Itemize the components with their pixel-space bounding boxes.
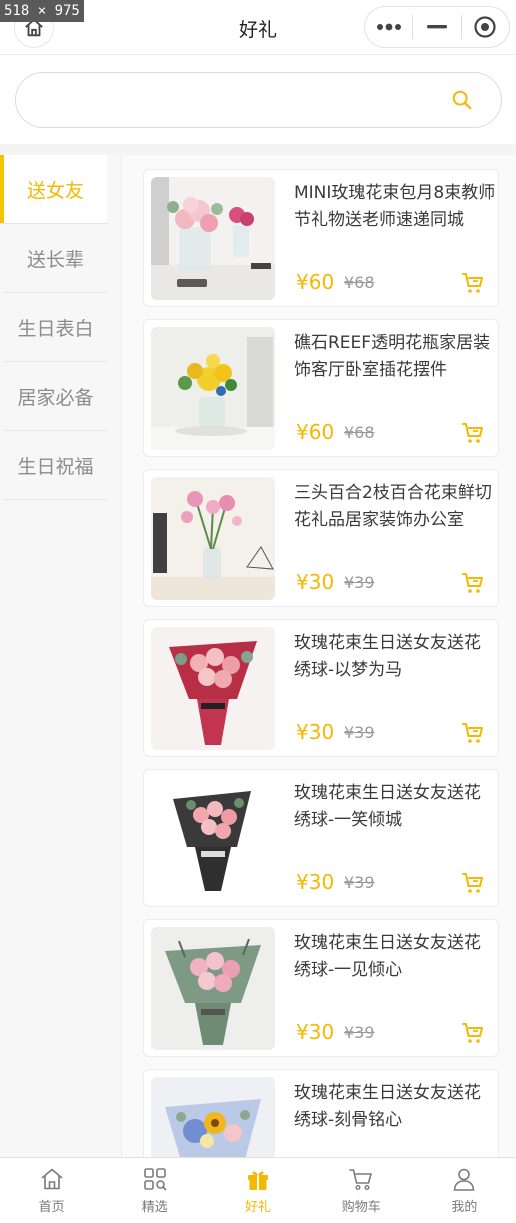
add-to-cart-icon[interactable] [461,871,485,895]
product-price: ¥30 [296,720,335,744]
home-icon [41,1168,63,1190]
product-image[interactable] [151,777,275,900]
category-item[interactable]: 生日祝福 [4,431,107,500]
category-sidebar: 送女友 送长辈 生日表白 居家必备 生日祝福 [0,155,122,1157]
section-gap [0,144,516,155]
grid-search-icon [143,1168,167,1191]
category-item[interactable]: 送长辈 [4,224,107,293]
product-card[interactable]: MINI玫瑰花束包月8束教师节礼物送老师速递同城 ¥60 ¥68 [143,169,499,307]
product-original-price: ¥39 [344,573,375,592]
search-bar [0,56,516,144]
minimize-button[interactable] [413,7,460,47]
product-original-price: ¥39 [344,1023,375,1042]
product-card[interactable]: 玫瑰花束生日送女友送花绣球-一见倾心 ¥30 ¥39 [143,919,499,1057]
category-item[interactable]: 居家必备 [4,362,107,431]
add-to-cart-icon[interactable] [461,1021,485,1045]
product-name[interactable]: 礁石REEF透明花瓶家居装饰客厅卧室插花摆件 [294,330,496,386]
category-item-active[interactable]: 送女友 [0,155,107,224]
product-card[interactable]: 玫瑰花束生日送女友送花绣球-刻骨铭心 [143,1069,499,1157]
target-close-icon [474,16,496,38]
product-price: ¥30 [296,870,335,894]
size-badge: 518 × 975 [0,0,84,22]
product-image[interactable] [151,1077,275,1157]
product-name[interactable]: 玫瑰花束生日送女友送花绣球-以梦为马 [294,630,496,686]
product-name[interactable]: 玫瑰花束生日送女友送花绣球-一见倾心 [294,930,496,986]
add-to-cart-icon[interactable] [461,571,485,595]
product-card[interactable]: 玫瑰花束生日送女友送花绣球-一笑倾城 ¥30 ¥39 [143,769,499,907]
tab-label: 我的 [451,1200,478,1215]
tab-home[interactable]: 首页 [0,1158,103,1223]
minus-icon [426,25,447,29]
category-item[interactable]: 生日表白 [4,293,107,362]
product-name[interactable]: MINI玫瑰花束包月8束教师节礼物送老师速递同城 [294,180,496,236]
product-name[interactable]: 玫瑰花束生日送女友送花绣球-一笑倾城 [294,780,496,836]
product-original-price: ¥39 [344,873,375,892]
product-image[interactable] [151,177,275,300]
tab-cart[interactable]: 购物车 [310,1158,413,1223]
product-name[interactable]: 玫瑰花束生日送女友送花绣球-刻骨铭心 [294,1080,496,1136]
tab-label: 好礼 [245,1200,272,1215]
tab-label: 首页 [38,1200,65,1215]
product-price: ¥30 [296,1020,335,1044]
add-to-cart-icon[interactable] [461,421,485,445]
tab-featured[interactable]: 精选 [103,1158,206,1223]
more-button[interactable] [365,7,412,47]
add-to-cart-icon[interactable] [461,271,485,295]
tab-gifts[interactable]: 好礼 [206,1158,309,1223]
product-price: ¥30 [296,570,335,594]
gift-icon [248,1171,268,1190]
tab-label: 购物车 [341,1200,381,1215]
product-price: ¥60 [296,270,335,294]
product-original-price: ¥39 [344,723,375,742]
product-card[interactable]: 礁石REEF透明花瓶家居装饰客厅卧室插花摆件 ¥60 ¥68 [143,319,499,457]
product-price: ¥60 [296,420,335,444]
more-dots-icon [376,23,401,31]
search-input[interactable] [40,73,440,127]
user-icon [454,1168,475,1191]
product-original-price: ¥68 [344,423,375,442]
cart-icon [349,1169,373,1191]
product-name[interactable]: 三头百合2枝百合花束鲜切花礼品居家装饰办公室 [294,480,496,536]
product-image[interactable] [151,327,275,450]
tab-bar: 首页 精选 好礼 购物车 我的 [0,1157,516,1223]
mini-program-capsule [364,6,510,48]
product-original-price: ¥68 [344,273,375,292]
product-card[interactable]: 玫瑰花束生日送女友送花绣球-以梦为马 ¥30 ¥39 [143,619,499,757]
product-card[interactable]: 三头百合2枝百合花束鲜切花礼品居家装饰办公室 ¥30 ¥39 [143,469,499,607]
product-image[interactable] [151,927,275,1050]
search-box[interactable] [15,72,502,128]
tab-profile[interactable]: 我的 [413,1158,516,1223]
product-image[interactable] [151,627,275,750]
add-to-cart-icon[interactable] [461,721,485,745]
product-image[interactable] [151,477,275,600]
search-icon[interactable] [451,89,473,111]
tab-label: 精选 [141,1200,168,1215]
product-list: MINI玫瑰花束包月8束教师节礼物送老师速递同城 ¥60 ¥68 礁石REEF透… [122,155,516,1157]
close-button[interactable] [462,7,509,47]
